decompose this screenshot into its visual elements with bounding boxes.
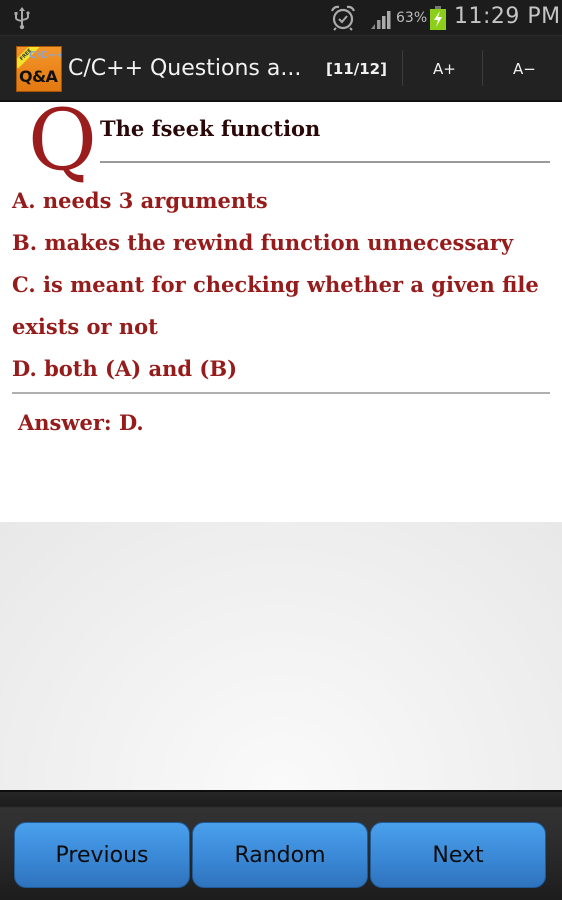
- random-button[interactable]: Random: [192, 822, 368, 888]
- question-divider: [100, 161, 550, 163]
- decrease-font-button[interactable]: A−: [513, 60, 536, 78]
- bottom-navigation: Previous Random Next: [0, 790, 562, 900]
- option-b: B. makes the rewind function unnecessary: [12, 230, 514, 255]
- usb-icon: [14, 7, 30, 30]
- next-button[interactable]: Next: [370, 822, 546, 888]
- question-counter: [11/12]: [326, 60, 387, 78]
- divider: [482, 50, 483, 86]
- question-marker: Q: [28, 91, 97, 189]
- question-card: Q The fseek function A. needs 3 argument…: [0, 98, 562, 522]
- option-c-continued: exists or not: [12, 314, 158, 339]
- divider: [402, 50, 403, 86]
- app-title: C/C++ Questions a...: [68, 56, 302, 81]
- signal-icon: [371, 11, 391, 29]
- battery-charging-icon: [430, 6, 446, 30]
- ad-area: [0, 522, 562, 790]
- app-logo-line2: Q&A: [19, 67, 58, 86]
- previous-button[interactable]: Previous: [14, 822, 190, 888]
- answer-text: Answer: D.: [18, 410, 144, 435]
- option-c: C. is meant for checking whether a given…: [12, 272, 539, 297]
- app-logo[interactable]: FREE C/C++ Q&A: [16, 46, 62, 92]
- clock: 11:29 PM: [454, 4, 561, 29]
- answer-divider: [12, 392, 550, 394]
- question-text: The fseek function: [100, 116, 321, 141]
- status-bar: 63% 11:29 PM: [0, 0, 562, 36]
- battery-percent: 63%: [396, 10, 428, 26]
- increase-font-button[interactable]: A+: [433, 60, 456, 78]
- option-a: A. needs 3 arguments: [12, 188, 268, 213]
- alarm-icon: [330, 5, 356, 31]
- app-logo-line1: C/C++: [29, 50, 62, 61]
- option-d: D. both (A) and (B): [12, 356, 238, 381]
